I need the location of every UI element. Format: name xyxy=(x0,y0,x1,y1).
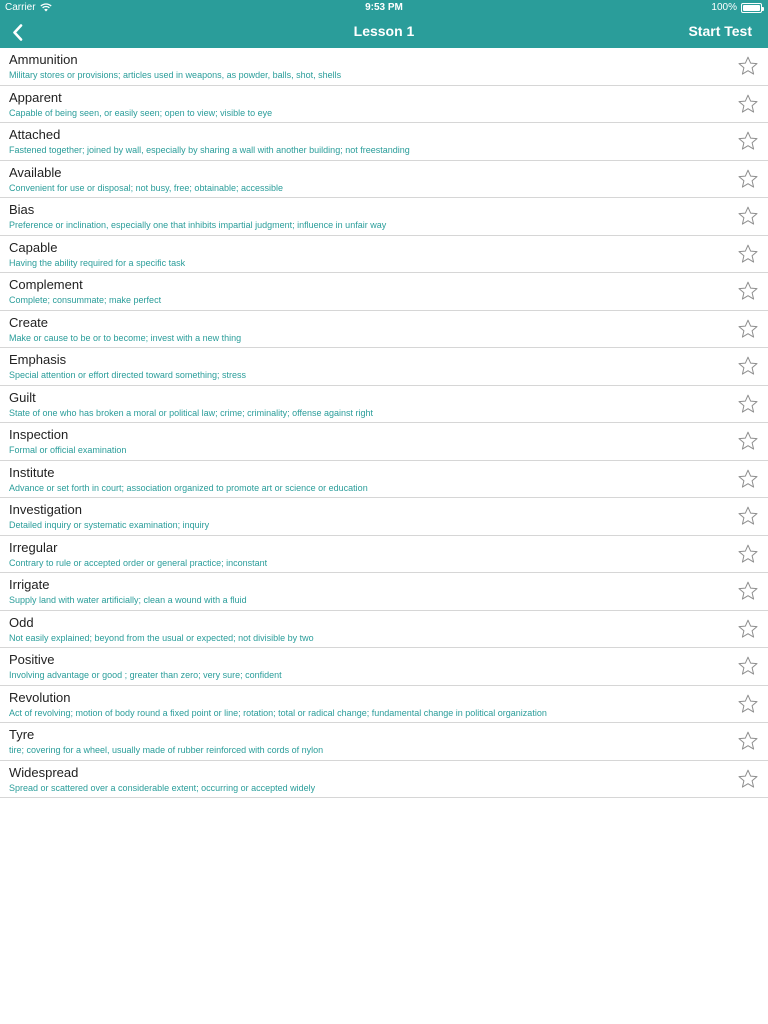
battery-percent: 100% xyxy=(711,2,737,13)
list-item[interactable]: Emphasis Special attention or effort dire… xyxy=(0,348,768,386)
word-title: Positive xyxy=(9,652,55,667)
list-item[interactable]: Bias Preference or inclination, especiall… xyxy=(0,198,768,236)
favorite-star-icon[interactable] xyxy=(738,394,758,414)
list-item[interactable]: Inspection Formal or official examination xyxy=(0,423,768,461)
top-bar: Carrier 9:53 PM 100% Lesson 1 Start Test xyxy=(0,0,768,48)
word-definition: Preference or inclination, especially on… xyxy=(9,220,387,230)
navigation-bar: Lesson 1 Start Test xyxy=(0,16,768,48)
list-item[interactable]: Odd Not easily explained; beyond from the… xyxy=(0,611,768,648)
favorite-star-icon[interactable] xyxy=(738,319,758,339)
favorite-star-icon[interactable] xyxy=(738,131,758,151)
favorite-star-icon[interactable] xyxy=(738,56,758,76)
word-definition: Involving advantage or good ; greater th… xyxy=(9,670,282,680)
word-title: Odd xyxy=(9,614,34,630)
word-definition: Advance or set forth in court; associati… xyxy=(9,482,368,493)
word-title: Complement xyxy=(9,277,83,292)
word-title: Revolution xyxy=(9,689,71,705)
word-definition: Fastened together; joined by wall, espec… xyxy=(9,145,410,155)
start-test-button[interactable]: Start Test xyxy=(688,23,752,39)
list-item[interactable]: Widespread Spread or scattered over a con… xyxy=(0,761,768,798)
word-title: Institute xyxy=(9,464,55,480)
favorite-star-icon[interactable] xyxy=(738,694,758,714)
word-definition: Having the ability required for a specif… xyxy=(9,257,186,268)
word-title: Create xyxy=(9,314,49,330)
favorite-star-icon[interactable] xyxy=(738,431,758,451)
word-definition: Spread or scattered over a considerable … xyxy=(9,782,316,793)
word-list: Ammunition Military stores or provisions;… xyxy=(0,48,768,798)
word-definition: Contrary to rule or accepted order or ge… xyxy=(9,557,268,568)
list-item[interactable]: Investigation Detailed inquiry or systema… xyxy=(0,498,768,536)
word-title: Emphasis xyxy=(9,352,67,367)
word-definition: Supply land with water artificially; cle… xyxy=(9,595,247,605)
word-title: Irrigate xyxy=(9,577,50,592)
favorite-star-icon[interactable] xyxy=(738,169,758,189)
list-item[interactable]: Ammunition Military stores or provisions;… xyxy=(0,48,768,86)
list-item[interactable]: Revolution Act of revolving; motion of bo… xyxy=(0,686,768,723)
word-title: Available xyxy=(9,164,62,180)
favorite-star-icon[interactable] xyxy=(738,619,758,639)
word-title: Attached xyxy=(9,127,61,142)
word-definition: Detailed inquiry or systematic examinati… xyxy=(9,520,210,530)
list-item[interactable]: Irregular Contrary to rule or accepted or… xyxy=(0,536,768,573)
status-bar: Carrier 9:53 PM 100% xyxy=(0,0,768,16)
word-definition: Formal or official examination xyxy=(9,445,127,455)
favorite-star-icon[interactable] xyxy=(738,656,758,676)
favorite-star-icon[interactable] xyxy=(738,94,758,114)
word-definition: tire; covering for a wheel, usually made… xyxy=(9,745,324,755)
word-title: Capable xyxy=(9,239,58,255)
list-item[interactable]: Tyre tire; covering for a wheel, usually… xyxy=(0,723,768,761)
word-title: Apparent xyxy=(9,89,62,105)
word-definition: Make or cause to be or to become; invest… xyxy=(9,332,242,343)
list-item[interactable]: Positive Involving advantage or good ; gr… xyxy=(0,648,768,686)
word-title: Widespread xyxy=(9,764,79,780)
favorite-star-icon[interactable] xyxy=(738,506,758,526)
word-title: Investigation xyxy=(9,502,82,517)
word-definition: Complete; consummate; make perfect xyxy=(9,295,162,305)
list-item[interactable]: Irrigate Supply land with water artificia… xyxy=(0,573,768,611)
word-definition: Convenient for use or disposal; not busy… xyxy=(9,182,283,193)
battery-fill xyxy=(743,4,760,11)
list-item[interactable]: Institute Advance or set forth in court; … xyxy=(0,461,768,498)
battery-indicator: 100% xyxy=(711,2,764,13)
favorite-star-icon[interactable] xyxy=(738,356,758,376)
word-definition: Act of revolving; motion of body round a… xyxy=(9,707,547,718)
list-item[interactable]: Guilt State of one who has broken a moral… xyxy=(0,386,768,423)
word-title: Inspection xyxy=(9,427,69,442)
favorite-star-icon[interactable] xyxy=(738,731,758,751)
status-time: 9:53 PM xyxy=(365,2,403,13)
word-title: Ammunition xyxy=(9,52,78,67)
list-item[interactable]: Create Make or cause to be or to become; … xyxy=(0,311,768,348)
word-title: Tyre xyxy=(9,727,35,742)
favorite-star-icon[interactable] xyxy=(738,769,758,789)
list-item[interactable]: Capable Having the ability required for a… xyxy=(0,236,768,273)
word-definition: Military stores or provisions; articles … xyxy=(9,70,342,80)
favorite-star-icon[interactable] xyxy=(738,206,758,226)
battery-icon xyxy=(741,2,764,13)
word-definition: State of one who has broken a moral or p… xyxy=(9,407,374,418)
word-title: Bias xyxy=(9,202,35,217)
word-definition: Capable of being seen, or easily seen; o… xyxy=(9,107,273,118)
favorite-star-icon[interactable] xyxy=(738,469,758,489)
favorite-star-icon[interactable] xyxy=(738,244,758,264)
list-item[interactable]: Apparent Capable of being seen, or easily… xyxy=(0,86,768,123)
favorite-star-icon[interactable] xyxy=(738,581,758,601)
word-title: Guilt xyxy=(9,389,36,405)
favorite-star-icon[interactable] xyxy=(738,281,758,301)
word-definition: Not easily explained; beyond from the us… xyxy=(9,632,314,643)
list-item[interactable]: Complement Complete; consummate; make per… xyxy=(0,273,768,311)
list-item[interactable]: Attached Fastened together; joined by wal… xyxy=(0,123,768,161)
page-title: Lesson 1 xyxy=(353,23,415,39)
word-title: Irregular xyxy=(9,539,58,555)
favorite-star-icon[interactable] xyxy=(738,544,758,564)
word-definition: Special attention or effort directed tow… xyxy=(9,370,246,380)
list-item[interactable]: Available Convenient for use or disposal;… xyxy=(0,161,768,198)
